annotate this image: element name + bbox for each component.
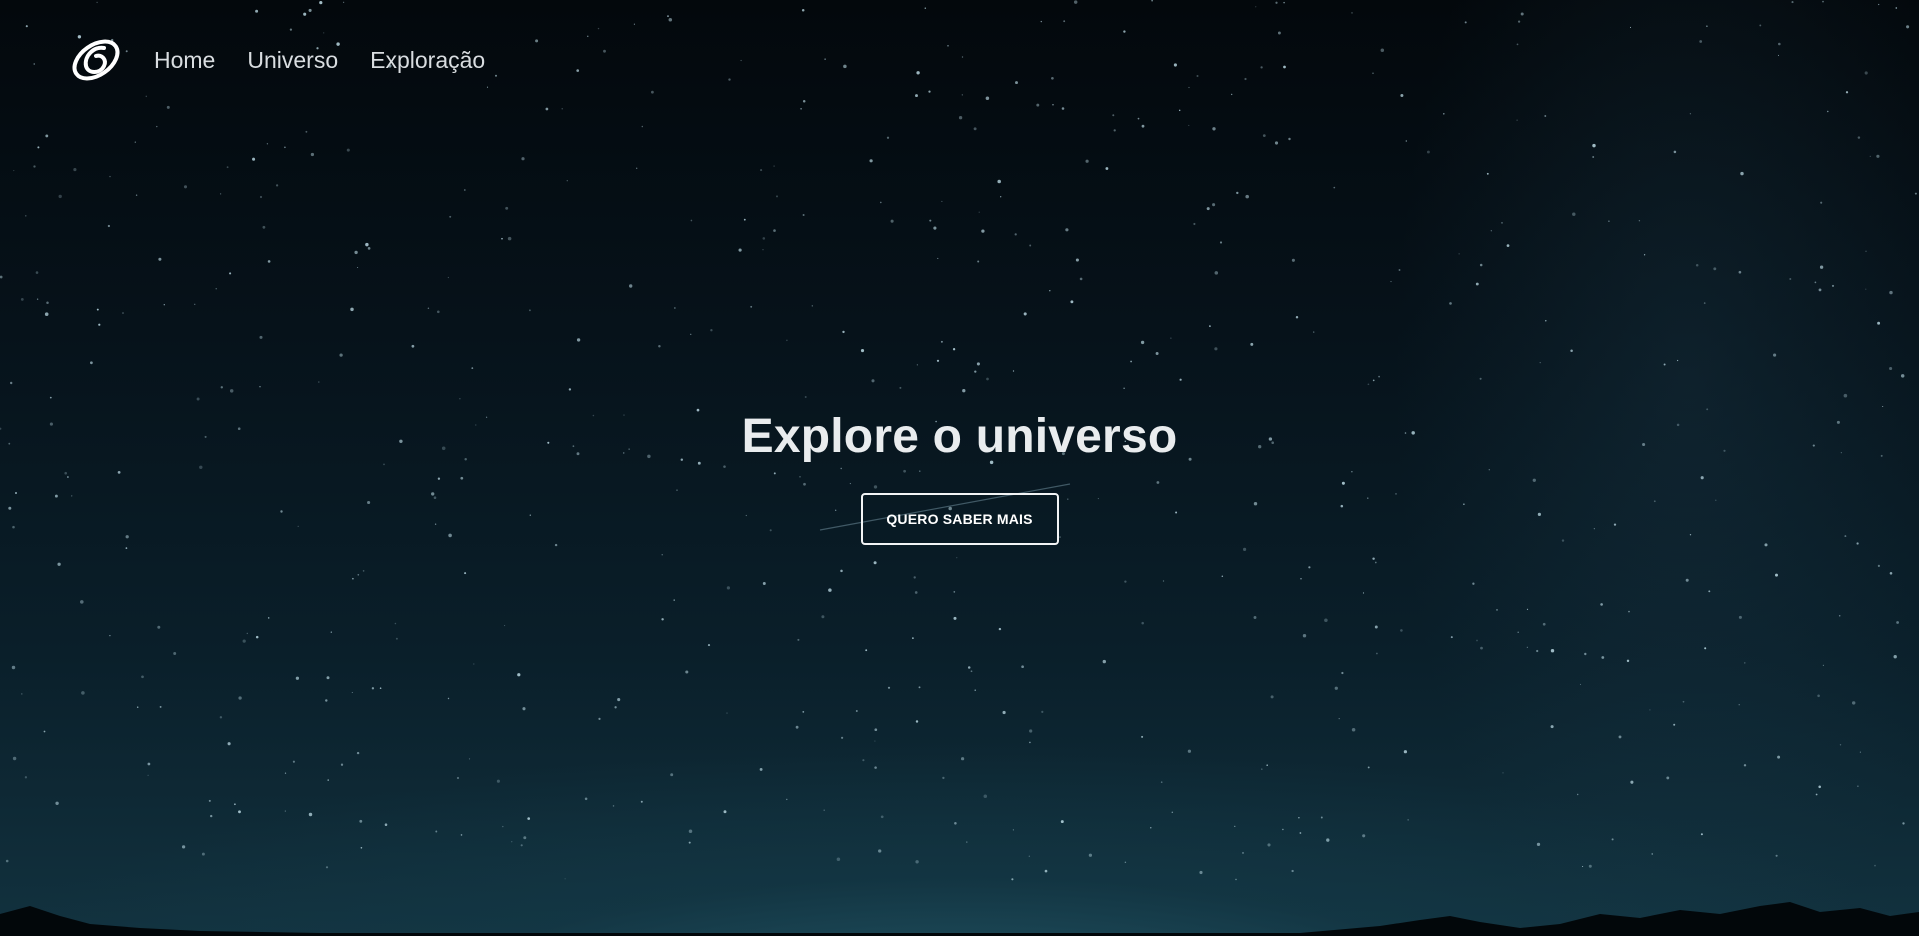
hero-content: Explore o universo QUERO SABER MAIS: [0, 405, 1919, 545]
mountain-silhouette: [0, 902, 1919, 936]
main-navbar: Home Universo Exploração: [70, 34, 517, 86]
nav-link-universo[interactable]: Universo: [247, 34, 338, 86]
hero-title: Explore o universo: [741, 410, 1178, 463]
nav-link-exploracao[interactable]: Exploração: [370, 34, 485, 86]
hero-section: Home Universo Exploração Explore o unive…: [0, 0, 1919, 936]
nav-link-home[interactable]: Home: [154, 34, 215, 86]
swirl-galaxy-icon[interactable]: [70, 34, 122, 86]
learn-more-button[interactable]: QUERO SABER MAIS: [860, 493, 1059, 545]
